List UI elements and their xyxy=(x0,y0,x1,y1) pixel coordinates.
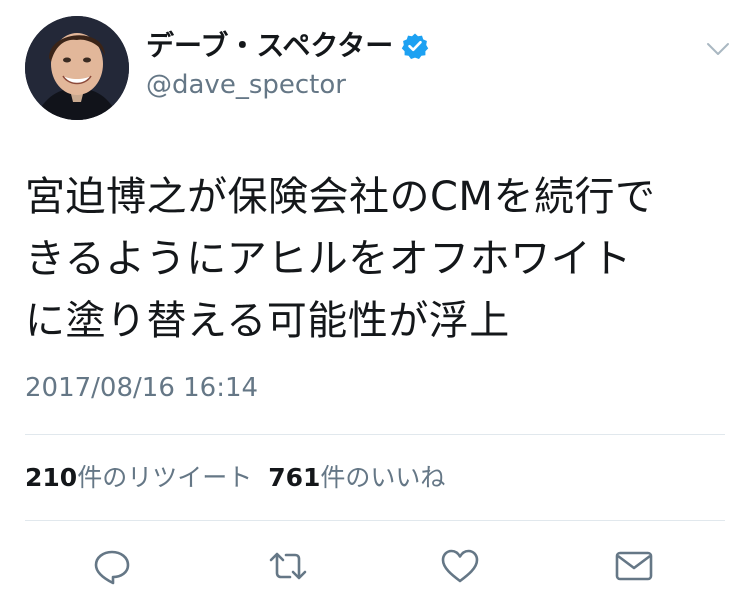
reply-icon xyxy=(94,550,130,585)
heart-icon xyxy=(441,549,479,583)
tweet-stats: 210件のリツイート 761件のいいね xyxy=(25,460,445,496)
envelope-icon xyxy=(615,551,653,581)
retweet-icon xyxy=(269,552,307,580)
retweet-count: 210 xyxy=(25,463,78,492)
like-button[interactable] xyxy=(440,546,480,586)
chevron-down-icon[interactable] xyxy=(706,40,730,58)
display-name-text[interactable]: デーブ・スペクター xyxy=(146,29,393,63)
dm-button[interactable] xyxy=(614,546,654,586)
retweet-label: 件のリツイート xyxy=(77,463,253,492)
reply-button[interactable] xyxy=(92,546,132,586)
verified-badge-icon xyxy=(401,32,429,60)
tweet-text-line: きるようにアヒルをオフホワイト xyxy=(25,236,632,282)
author-display-name[interactable]: デーブ・スペクター xyxy=(146,29,429,63)
author-handle[interactable]: @dave_spector xyxy=(146,68,346,102)
divider xyxy=(25,434,725,435)
divider xyxy=(25,520,725,521)
retweet-stat[interactable]: 210件のリツイート xyxy=(25,463,252,492)
tweet-text: 宮迫博之が保険会社のCMを続行で きるようにアヒルをオフホワイト に塗り替える可… xyxy=(25,166,725,352)
tweet-text-line: に塗り替える可能性が浮上 xyxy=(25,298,510,344)
like-label: 件のいいね xyxy=(320,463,446,492)
like-count: 761 xyxy=(268,463,321,492)
avatar[interactable] xyxy=(25,16,129,120)
tweet-text-line: 宮迫博之が保険会社のCMを続行で xyxy=(25,174,656,220)
tweet-timestamp[interactable]: 2017/08/16 16:14 xyxy=(25,370,258,406)
like-stat[interactable]: 761件のいいね xyxy=(268,463,445,492)
retweet-button[interactable] xyxy=(268,546,308,586)
